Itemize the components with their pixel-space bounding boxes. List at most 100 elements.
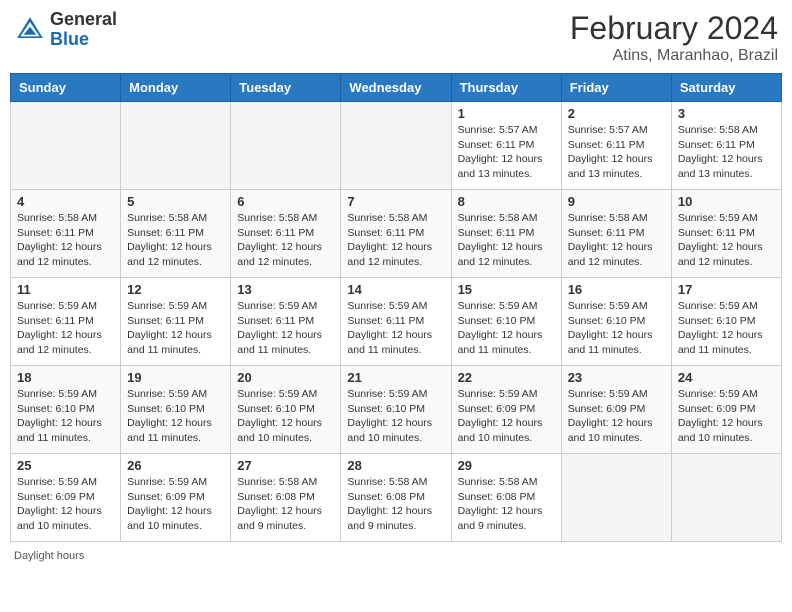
calendar-table: SundayMondayTuesdayWednesdayThursdayFrid… [10,73,782,542]
day-info: Sunrise: 5:59 AM Sunset: 6:09 PM Dayligh… [568,387,665,446]
day-number: 29 [458,458,555,473]
day-info: Sunrise: 5:58 AM Sunset: 6:11 PM Dayligh… [347,211,444,270]
day-info: Sunrise: 5:59 AM Sunset: 6:10 PM Dayligh… [237,387,334,446]
day-number: 17 [678,282,775,297]
calendar-week-3: 11 Sunrise: 5:59 AM Sunset: 6:11 PM Dayli… [11,278,782,366]
calendar-cell [561,454,671,542]
day-info: Sunrise: 5:58 AM Sunset: 6:11 PM Dayligh… [458,211,555,270]
calendar-cell: 15Sunrise: 5:59 AM Sunset: 6:10 PM Dayli… [451,278,561,366]
calendar-cell: 27Sunrise: 5:58 AM Sunset: 6:08 PM Dayli… [231,454,341,542]
day-number: 14 [347,282,444,297]
day-info: Sunrise: 5:58 AM Sunset: 6:11 PM Dayligh… [237,211,334,270]
day-number: 7 [347,194,444,209]
day-header-sunday: Sunday [11,74,121,102]
calendar-week-1: 1 Sunrise: 5:57 AM Sunset: 6:11 PM Daylig… [11,102,782,190]
calendar-cell: 25Sunrise: 5:59 AM Sunset: 6:09 PM Dayli… [11,454,121,542]
day-number: 22 [458,370,555,385]
day-info: Sunrise: 5:58 AM Sunset: 6:11 PM Dayligh… [17,211,114,270]
day-number: 16 [568,282,665,297]
logo: General Blue [14,10,117,50]
day-info: Sunrise: 5:58 AM Sunset: 6:08 PM Dayligh… [458,475,555,534]
page-header: General Blue February 2024 Atins, Maranh… [10,10,782,65]
day-number: 21 [347,370,444,385]
day-number: 15 [458,282,555,297]
day-info: Sunrise: 5:57 AM Sunset: 6:11 PM Dayligh… [568,123,665,182]
calendar-cell: 12 Sunrise: 5:59 AM Sunset: 6:11 PM Dayli… [121,278,231,366]
day-info: Sunrise: 5:59 AM Sunset: 6:11 PM Dayligh… [17,299,114,358]
day-info: Sunrise: 5:59 AM Sunset: 6:09 PM Dayligh… [127,475,224,534]
calendar-cell [121,102,231,190]
day-info: Sunrise: 5:58 AM Sunset: 6:11 PM Dayligh… [127,211,224,270]
location: Atins, Maranhao, Brazil [570,47,778,65]
day-number: 19 [127,370,224,385]
calendar-header-row: SundayMondayTuesdayWednesdayThursdayFrid… [11,74,782,102]
calendar-cell: 22 Sunrise: 5:59 AM Sunset: 6:09 PM Dayli… [451,366,561,454]
calendar-cell: 11 Sunrise: 5:59 AM Sunset: 6:11 PM Dayli… [11,278,121,366]
calendar-cell: 5 Sunrise: 5:58 AM Sunset: 6:11 PM Daylig… [121,190,231,278]
day-number: 10 [678,194,775,209]
day-info: Sunrise: 5:59 AM Sunset: 6:11 PM Dayligh… [127,299,224,358]
day-info: Sunrise: 5:59 AM Sunset: 6:10 PM Dayligh… [347,387,444,446]
day-number: 12 [127,282,224,297]
calendar-cell: 10 Sunrise: 5:59 AM Sunset: 6:11 PM Dayli… [671,190,781,278]
day-number: 23 [568,370,665,385]
day-number: 3 [678,106,775,121]
day-number: 28 [347,458,444,473]
day-number: 5 [127,194,224,209]
day-info: Sunrise: 5:59 AM Sunset: 6:11 PM Dayligh… [347,299,444,358]
footer: Daylight hours [10,550,782,562]
calendar-cell [11,102,121,190]
calendar-cell [231,102,341,190]
day-header-saturday: Saturday [671,74,781,102]
day-header-wednesday: Wednesday [341,74,451,102]
calendar-cell: 2 Sunrise: 5:57 AM Sunset: 6:11 PM Daylig… [561,102,671,190]
logo-icon [14,14,46,46]
calendar-cell: 8 Sunrise: 5:58 AM Sunset: 6:11 PM Daylig… [451,190,561,278]
calendar-cell: 28 Sunrise: 5:58 AM Sunset: 6:08 PM Dayli… [341,454,451,542]
day-info: Sunrise: 5:58 AM Sunset: 6:08 PM Dayligh… [237,475,334,534]
logo-text: General Blue [50,10,117,50]
day-info: Sunrise: 5:57 AM Sunset: 6:11 PM Dayligh… [458,123,555,182]
day-info: Sunrise: 5:58 AM Sunset: 6:08 PM Dayligh… [347,475,444,534]
day-info: Sunrise: 5:59 AM Sunset: 6:11 PM Dayligh… [237,299,334,358]
calendar-week-4: 18Sunrise: 5:59 AM Sunset: 6:10 PM Dayli… [11,366,782,454]
calendar-cell: 26 Sunrise: 5:59 AM Sunset: 6:09 PM Dayli… [121,454,231,542]
logo-general: General [50,10,117,30]
calendar-cell: 3Sunrise: 5:58 AM Sunset: 6:11 PM Daylig… [671,102,781,190]
day-header-thursday: Thursday [451,74,561,102]
calendar-week-5: 25 Sunrise: 5:59 AM Sunset: 6:09 PM Dayli… [11,454,782,542]
day-number: 26 [127,458,224,473]
calendar-cell: 4Sunrise: 5:58 AM Sunset: 6:11 PM Daylig… [11,190,121,278]
day-info: Sunrise: 5:59 AM Sunset: 6:10 PM Dayligh… [678,299,775,358]
calendar-cell [341,102,451,190]
title-block: February 2024 Atins, Maranhao, Brazil [570,10,778,65]
day-number: 2 [568,106,665,121]
calendar-cell: 20 Sunrise: 5:59 AM Sunset: 6:10 PM Dayli… [231,366,341,454]
day-info: Sunrise: 5:59 AM Sunset: 6:11 PM Dayligh… [678,211,775,270]
calendar-cell: 29 Sunrise: 5:58 AM Sunset: 6:08 PM Dayli… [451,454,561,542]
calendar-cell: 6 Sunrise: 5:58 AM Sunset: 6:11 PM Daylig… [231,190,341,278]
day-number: 1 [458,106,555,121]
day-info: Sunrise: 5:59 AM Sunset: 6:09 PM Dayligh… [458,387,555,446]
calendar-cell: 13 Sunrise: 5:59 AM Sunset: 6:11 PM Dayli… [231,278,341,366]
day-header-friday: Friday [561,74,671,102]
day-info: Sunrise: 5:59 AM Sunset: 6:10 PM Dayligh… [127,387,224,446]
day-number: 24 [678,370,775,385]
calendar-cell: 24Sunrise: 5:59 AM Sunset: 6:09 PM Dayli… [671,366,781,454]
day-number: 20 [237,370,334,385]
calendar-cell: 17 Sunrise: 5:59 AM Sunset: 6:10 PM Dayli… [671,278,781,366]
calendar-cell: 21 Sunrise: 5:59 AM Sunset: 6:10 PM Dayli… [341,366,451,454]
day-info: Sunrise: 5:59 AM Sunset: 6:10 PM Dayligh… [17,387,114,446]
calendar-week-2: 4Sunrise: 5:58 AM Sunset: 6:11 PM Daylig… [11,190,782,278]
daylight-hours-label: Daylight hours [14,550,84,562]
calendar-cell: 23 Sunrise: 5:59 AM Sunset: 6:09 PM Dayli… [561,366,671,454]
day-number: 11 [17,282,114,297]
day-number: 13 [237,282,334,297]
day-number: 6 [237,194,334,209]
day-header-tuesday: Tuesday [231,74,341,102]
day-number: 8 [458,194,555,209]
calendar-cell: 19 Sunrise: 5:59 AM Sunset: 6:10 PM Dayli… [121,366,231,454]
day-number: 25 [17,458,114,473]
calendar-cell: 14 Sunrise: 5:59 AM Sunset: 6:11 PM Dayli… [341,278,451,366]
calendar-cell [671,454,781,542]
